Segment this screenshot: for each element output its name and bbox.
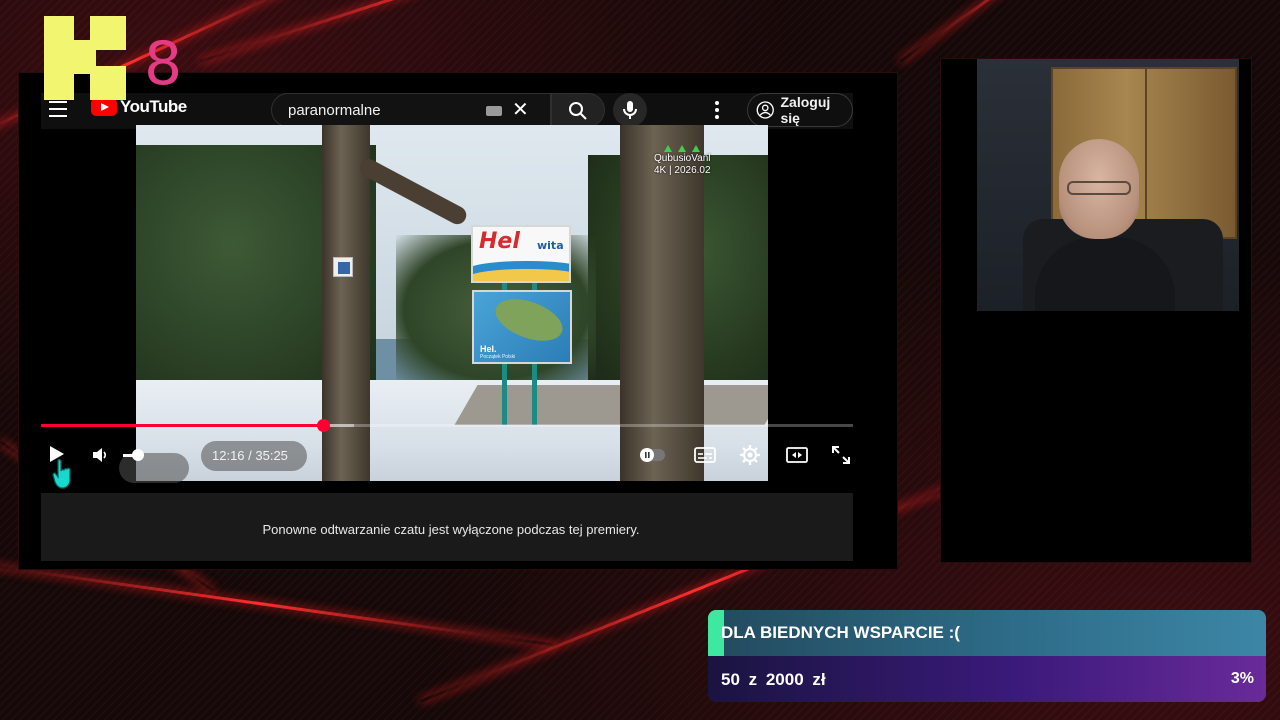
keyboard-icon[interactable] — [486, 106, 502, 116]
fullscreen-icon — [832, 446, 850, 464]
goal-title: DLA BIEDNYCH WSPARCIE :( — [721, 623, 960, 642]
mic-icon — [623, 101, 637, 119]
pointer-cursor-icon — [51, 458, 75, 495]
map-tagline: Początek Polski — [480, 354, 516, 360]
webcam-frame — [940, 58, 1252, 563]
video-player[interactable]: Hel wita Hel. Początek Polski QubusioVan… — [136, 125, 768, 481]
watermark-info: 4K | 2026.02 — [654, 165, 711, 176]
voice-search-button[interactable] — [613, 93, 647, 127]
donation-goal-widget: DLA BIEDNYCH WSPARCIE :( 50 z 2000 zł 3% — [708, 610, 1266, 702]
search-button[interactable] — [551, 93, 605, 127]
webcam-feed — [977, 59, 1239, 311]
clear-icon[interactable]: ✕ — [512, 100, 529, 120]
chat-replay-notice: Ponowne odtwarzanie czatu jest wyłączone… — [41, 493, 853, 561]
mute-button[interactable] — [91, 445, 111, 470]
search-input[interactable]: paranormalne ✕ — [271, 93, 551, 127]
red-streak — [0, 560, 555, 647]
watermark-channel: QubusioVanl — [654, 153, 711, 164]
volume-slider[interactable] — [132, 449, 144, 461]
autoplay-toggle[interactable] — [639, 445, 667, 470]
miniplayer-icon — [786, 447, 808, 463]
progress-played — [41, 424, 323, 427]
settings-icon — [740, 445, 760, 465]
miniplayer-button[interactable] — [785, 445, 809, 470]
more-icon[interactable] — [715, 101, 719, 122]
sign-title: Hel — [479, 229, 520, 254]
red-streak — [899, 0, 1213, 63]
map-label: Hel. — [480, 344, 497, 354]
channel-logo: 8 — [44, 16, 184, 106]
welcome-sign: Hel wita — [471, 225, 571, 283]
trail-marker — [333, 257, 353, 277]
red-streak — [199, 0, 696, 63]
logo-digit: 8 — [144, 29, 183, 99]
tree-trunk — [620, 125, 704, 481]
signin-button[interactable]: Zaloguj się — [747, 93, 853, 127]
subtitles-icon — [694, 447, 716, 463]
search-icon — [569, 102, 587, 120]
account-icon — [756, 101, 774, 119]
autoplay-icon — [640, 448, 665, 462]
map-sign: Hel. Początek Polski — [472, 290, 572, 364]
goal-progress-text: 50 z 2000 zł — [721, 670, 826, 689]
video-watermark: QubusioVanl 4K | 2026.02 — [654, 145, 711, 177]
settings-button[interactable] — [739, 444, 761, 471]
progress-scrubber[interactable] — [316, 419, 330, 432]
fullscreen-button[interactable] — [831, 445, 851, 470]
search-query: paranormalne — [288, 102, 381, 119]
youtube-window: YouTube paranormalne ✕ Zaloguj się Hel w… — [18, 72, 898, 570]
subtitles-button[interactable] — [693, 445, 717, 470]
sign-subtitle: wita — [537, 239, 564, 252]
signin-label: Zaloguj się — [780, 94, 831, 126]
chat-replay-message: Ponowne odtwarzanie czatu jest wyłączone… — [262, 522, 640, 537]
volume-panel — [119, 453, 189, 483]
goal-percent: 3% — [1230, 670, 1254, 687]
logo-k-icon — [44, 16, 126, 100]
time-display: 12:16 / 35:25 — [212, 448, 288, 463]
volume-icon — [93, 448, 107, 462]
progress-bar[interactable] — [41, 419, 853, 432]
